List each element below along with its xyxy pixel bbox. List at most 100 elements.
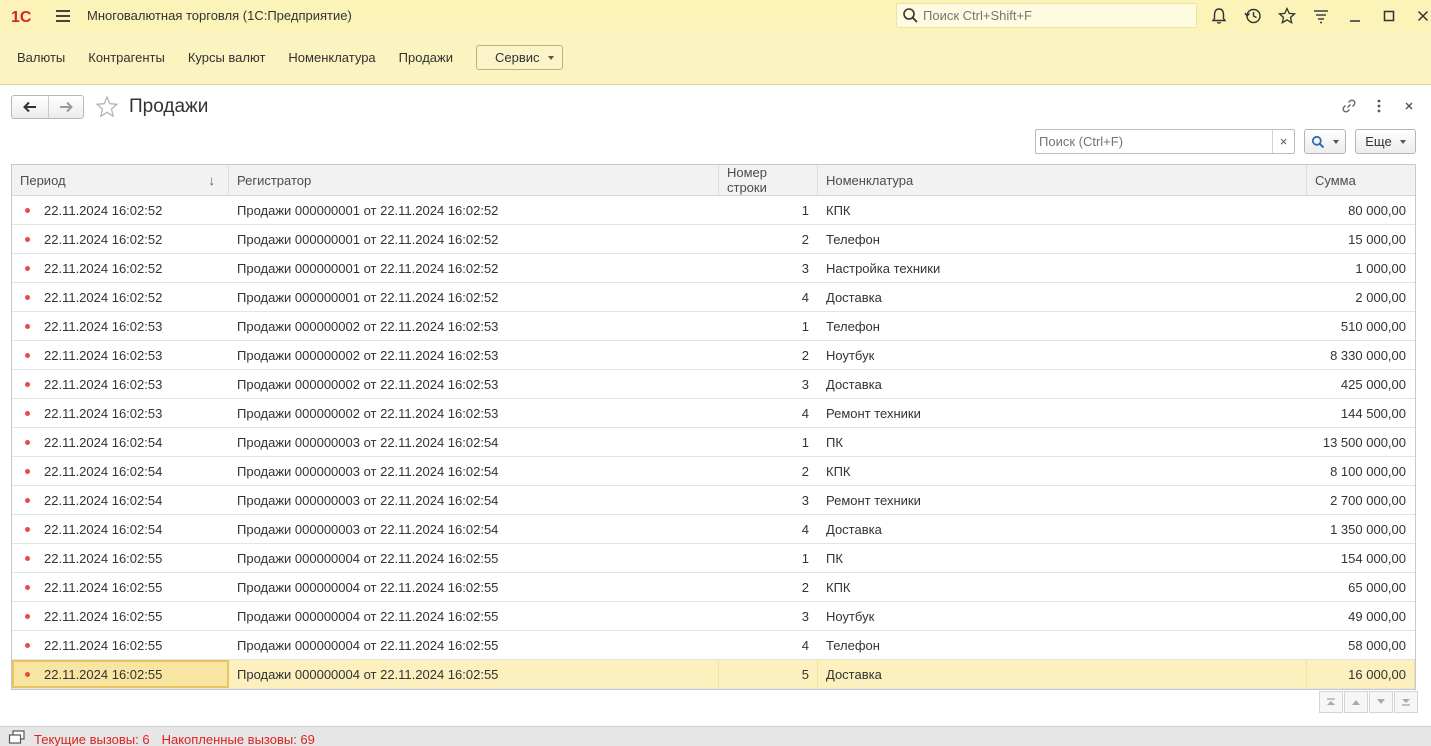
cell-nomenclature[interactable]: КПК: [818, 573, 1307, 601]
cell-amount[interactable]: 16 000,00: [1307, 660, 1415, 688]
cell-nomenclature[interactable]: Телефон: [818, 631, 1307, 659]
cell-period[interactable]: 22.11.2024 16:02:55: [12, 631, 229, 659]
cell-period[interactable]: 22.11.2024 16:02:53: [12, 341, 229, 369]
cell-nomenclature[interactable]: Доставка: [818, 660, 1307, 688]
cell-amount[interactable]: 15 000,00: [1307, 225, 1415, 253]
cell-line-number[interactable]: 2: [719, 457, 818, 485]
cell-line-number[interactable]: 1: [719, 312, 818, 340]
back-button[interactable]: [12, 96, 48, 118]
cell-nomenclature[interactable]: Ноутбук: [818, 341, 1307, 369]
scroll-bottom-button[interactable]: [1394, 691, 1418, 713]
column-header-amount[interactable]: Сумма: [1307, 165, 1415, 195]
cell-registrar[interactable]: Продажи 000000001 от 22.11.2024 16:02:52: [229, 196, 719, 224]
cell-nomenclature[interactable]: Телефон: [818, 225, 1307, 253]
table-row[interactable]: 22.11.2024 16:02:52 Продажи 000000001 от …: [12, 254, 1415, 283]
column-header-nomenclature[interactable]: Номенклатура: [818, 165, 1307, 195]
table-row[interactable]: 22.11.2024 16:02:52 Продажи 000000001 от …: [12, 196, 1415, 225]
minimize-button[interactable]: [1338, 4, 1372, 28]
cell-nomenclature[interactable]: Ремонт техники: [818, 399, 1307, 427]
section-nomenclature[interactable]: Номенклатура: [288, 50, 375, 65]
cell-nomenclature[interactable]: КПК: [818, 457, 1307, 485]
cell-amount[interactable]: 1 000,00: [1307, 254, 1415, 282]
table-row[interactable]: 22.11.2024 16:02:54 Продажи 000000003 от …: [12, 428, 1415, 457]
cell-period[interactable]: 22.11.2024 16:02:52: [12, 254, 229, 282]
notifications-button[interactable]: [1202, 4, 1236, 28]
cell-registrar[interactable]: Продажи 000000003 от 22.11.2024 16:02:54: [229, 457, 719, 485]
cell-nomenclature[interactable]: КПК: [818, 196, 1307, 224]
cell-nomenclature[interactable]: Доставка: [818, 515, 1307, 543]
1c-logo[interactable]: 1С: [10, 7, 44, 25]
cell-registrar[interactable]: Продажи 000000003 от 22.11.2024 16:02:54: [229, 428, 719, 456]
cell-line-number[interactable]: 1: [719, 428, 818, 456]
cell-period[interactable]: 22.11.2024 16:02:55: [12, 602, 229, 630]
cell-registrar[interactable]: Продажи 000000002 от 22.11.2024 16:02:53: [229, 399, 719, 427]
section-sales[interactable]: Продажи: [399, 50, 453, 65]
table-row[interactable]: 22.11.2024 16:02:54 Продажи 000000003 от …: [12, 486, 1415, 515]
cell-amount[interactable]: 8 100 000,00: [1307, 457, 1415, 485]
cell-nomenclature[interactable]: Доставка: [818, 370, 1307, 398]
cell-line-number[interactable]: 5: [719, 660, 818, 688]
main-menu-icon[interactable]: [56, 9, 70, 22]
cell-registrar[interactable]: Продажи 000000002 от 22.11.2024 16:02:53: [229, 341, 719, 369]
section-currencies[interactable]: Валюты: [17, 50, 65, 65]
cell-period[interactable]: 22.11.2024 16:02:52: [12, 283, 229, 311]
cell-amount[interactable]: 49 000,00: [1307, 602, 1415, 630]
cell-line-number[interactable]: 2: [719, 341, 818, 369]
cell-period[interactable]: 22.11.2024 16:02:53: [12, 399, 229, 427]
cell-nomenclature[interactable]: ПК: [818, 428, 1307, 456]
cell-registrar[interactable]: Продажи 000000004 от 22.11.2024 16:02:55: [229, 631, 719, 659]
cell-amount[interactable]: 1 350 000,00: [1307, 515, 1415, 543]
cell-registrar[interactable]: Продажи 000000001 от 22.11.2024 16:02:52: [229, 254, 719, 282]
cell-registrar[interactable]: Продажи 000000003 от 22.11.2024 16:02:54: [229, 486, 719, 514]
cell-line-number[interactable]: 2: [719, 573, 818, 601]
form-menu-button[interactable]: [1364, 95, 1394, 117]
cell-registrar[interactable]: Продажи 000000002 от 22.11.2024 16:02:53: [229, 370, 719, 398]
close-form-button[interactable]: [1394, 95, 1424, 117]
cell-nomenclature[interactable]: Телефон: [818, 312, 1307, 340]
cell-nomenclature[interactable]: Настройка техники: [818, 254, 1307, 282]
scroll-down-button[interactable]: [1369, 691, 1393, 713]
table-row[interactable]: 22.11.2024 16:02:53 Продажи 000000002 от …: [12, 370, 1415, 399]
cell-period[interactable]: 22.11.2024 16:02:55: [12, 544, 229, 572]
cell-line-number[interactable]: 2: [719, 225, 818, 253]
cell-amount[interactable]: 154 000,00: [1307, 544, 1415, 572]
cell-registrar[interactable]: Продажи 000000004 от 22.11.2024 16:02:55: [229, 602, 719, 630]
cell-amount[interactable]: 425 000,00: [1307, 370, 1415, 398]
cell-amount[interactable]: 58 000,00: [1307, 631, 1415, 659]
cell-period[interactable]: 22.11.2024 16:02:55: [12, 660, 229, 688]
cell-line-number[interactable]: 1: [719, 544, 818, 572]
column-header-registrar[interactable]: Регистратор: [229, 165, 719, 195]
table-row[interactable]: 22.11.2024 16:02:53 Продажи 000000002 от …: [12, 341, 1415, 370]
list-search-input[interactable]: [1036, 131, 1272, 152]
cell-amount[interactable]: 13 500 000,00: [1307, 428, 1415, 456]
section-counterparties[interactable]: Контрагенты: [88, 50, 165, 65]
settings-menu-button[interactable]: [1304, 4, 1338, 28]
cell-registrar[interactable]: Продажи 000000004 от 22.11.2024 16:02:55: [229, 573, 719, 601]
cell-period[interactable]: 22.11.2024 16:02:54: [12, 428, 229, 456]
column-header-period[interactable]: Период ↓: [12, 165, 229, 195]
table-row[interactable]: 22.11.2024 16:02:55 Продажи 000000004 от …: [12, 660, 1415, 689]
scroll-top-button[interactable]: [1319, 691, 1343, 713]
table-row[interactable]: 22.11.2024 16:02:55 Продажи 000000004 от …: [12, 544, 1415, 573]
cell-amount[interactable]: 65 000,00: [1307, 573, 1415, 601]
cell-amount[interactable]: 510 000,00: [1307, 312, 1415, 340]
cell-line-number[interactable]: 1: [719, 196, 818, 224]
cell-registrar[interactable]: Продажи 000000001 от 22.11.2024 16:02:52: [229, 225, 719, 253]
table-row[interactable]: 22.11.2024 16:02:55 Продажи 000000004 от …: [12, 602, 1415, 631]
close-window-button[interactable]: [1406, 4, 1431, 28]
cell-nomenclature[interactable]: Доставка: [818, 283, 1307, 311]
cell-period[interactable]: 22.11.2024 16:02:54: [12, 457, 229, 485]
cell-line-number[interactable]: 4: [719, 515, 818, 543]
table-row[interactable]: 22.11.2024 16:02:54 Продажи 000000003 от …: [12, 457, 1415, 486]
table-row[interactable]: 22.11.2024 16:02:53 Продажи 000000002 от …: [12, 399, 1415, 428]
cell-registrar[interactable]: Продажи 000000002 от 22.11.2024 16:02:53: [229, 312, 719, 340]
table-row[interactable]: 22.11.2024 16:02:53 Продажи 000000002 от …: [12, 312, 1415, 341]
scroll-up-button[interactable]: [1344, 691, 1368, 713]
favorite-star-icon[interactable]: [95, 95, 119, 119]
windows-icon[interactable]: [8, 729, 26, 744]
maximize-button[interactable]: [1372, 4, 1406, 28]
global-search[interactable]: [896, 3, 1197, 28]
cell-registrar[interactable]: Продажи 000000003 от 22.11.2024 16:02:54: [229, 515, 719, 543]
cell-amount[interactable]: 8 330 000,00: [1307, 341, 1415, 369]
cell-amount[interactable]: 2 000,00: [1307, 283, 1415, 311]
